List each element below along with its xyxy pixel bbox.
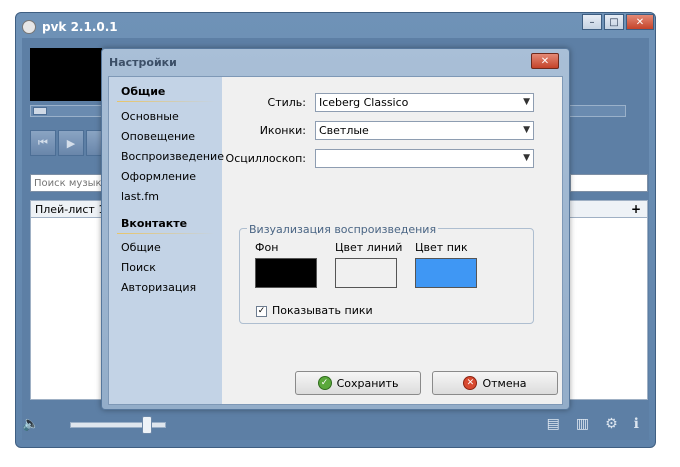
sidebar-item-authorization[interactable]: Авторизация <box>121 281 196 294</box>
style-label: Стиль: <box>267 96 306 109</box>
show-peaks-label[interactable]: Показывать пики <box>272 304 373 317</box>
add-playlist-button[interactable]: + <box>631 202 641 216</box>
dialog-title: Настройки <box>109 56 177 69</box>
playback-controls: ⏮ ▶ <box>30 130 112 156</box>
line-color-label: Цвет линий <box>335 241 403 254</box>
icons-value: Светлые <box>319 124 369 137</box>
info-icon[interactable]: ℹ <box>634 416 639 432</box>
dialog-close-button[interactable]: ✕ <box>531 53 559 69</box>
show-peaks-checkbox[interactable]: ✓ <box>256 306 267 317</box>
cancel-button-label: Отмена <box>482 376 527 390</box>
previous-icon[interactable]: ⏮ <box>30 130 56 156</box>
sidebar-item-notifications[interactable]: Оповещение <box>121 130 195 143</box>
equalizer-icon[interactable]: ▥ <box>576 416 589 432</box>
visualization-group-title: Визуализация воспроизведения <box>247 223 439 236</box>
search-field-right[interactable] <box>570 174 648 192</box>
chevron-down-icon: ▼ <box>523 153 530 163</box>
background-color-label: Фон <box>255 241 279 254</box>
dialog-body: Общие Основные Оповещение Воспроизведени… <box>108 76 563 405</box>
bottom-right-icons: ▤ ▥ ⚙ ℹ <box>547 416 639 432</box>
icons-label: Иконки: <box>259 124 306 137</box>
line-color-swatch[interactable] <box>335 258 397 288</box>
window-controls: – □ ✕ <box>582 14 654 30</box>
minimize-button[interactable]: – <box>582 14 602 30</box>
peak-color-swatch[interactable] <box>415 258 477 288</box>
save-button[interactable]: ✓ Сохранить <box>295 371 421 395</box>
main-title-bar: pvk 2.1.0.1 <box>22 18 118 36</box>
save-button-label: Сохранить <box>336 376 399 390</box>
style-select[interactable]: Iceberg Classico ▼ <box>315 93 534 112</box>
gear-icon[interactable]: ⚙ <box>605 416 618 432</box>
sidebar-header-vkontakte[interactable]: Вконтакте <box>121 217 187 230</box>
sidebar-item-appearance[interactable]: Оформление <box>121 170 196 183</box>
sidebar-item-lastfm[interactable]: last.fm <box>121 190 159 203</box>
volume-thumb[interactable] <box>142 416 152 434</box>
visualization-area <box>30 48 102 101</box>
chevron-down-icon: ▼ <box>523 125 530 135</box>
sidebar-item-basic[interactable]: Основные <box>121 110 179 123</box>
app-icon <box>22 20 36 34</box>
oscilloscope-select[interactable]: ▼ <box>315 149 534 168</box>
sidebar-divider <box>117 233 215 234</box>
maximize-button[interactable]: □ <box>604 14 624 30</box>
cancel-button[interactable]: ✕ Отмена <box>432 371 558 395</box>
background-color-swatch[interactable] <box>255 258 317 288</box>
oscilloscope-label: Осциллоскоп: <box>225 152 306 165</box>
bottom-bar: 🔈 ▤ ▥ ⚙ ℹ <box>22 408 649 442</box>
cancel-icon: ✕ <box>463 376 478 390</box>
sidebar-header-general[interactable]: Общие <box>121 85 165 98</box>
volume-icon[interactable]: 🔈 <box>22 416 39 432</box>
seek-thumb[interactable] <box>33 107 47 115</box>
peak-color-label: Цвет пик <box>415 241 468 254</box>
style-value: Iceberg Classico <box>319 96 409 109</box>
chevron-down-icon: ▼ <box>523 97 530 107</box>
lyrics-icon[interactable]: ▤ <box>547 416 560 432</box>
settings-dialog: Настройки ✕ Общие Основные Оповещение Во… <box>101 48 570 410</box>
play-icon[interactable]: ▶ <box>58 130 84 156</box>
check-icon: ✓ <box>317 376 332 390</box>
tab-playlist-1[interactable]: Плей-лист 1 <box>35 203 105 216</box>
sidebar-item-vk-general[interactable]: Общие <box>121 241 161 254</box>
sidebar-item-search[interactable]: Поиск <box>121 261 156 274</box>
icons-select[interactable]: Светлые ▼ <box>315 121 534 140</box>
main-title: pvk 2.1.0.1 <box>42 20 118 34</box>
close-button[interactable]: ✕ <box>626 14 654 30</box>
